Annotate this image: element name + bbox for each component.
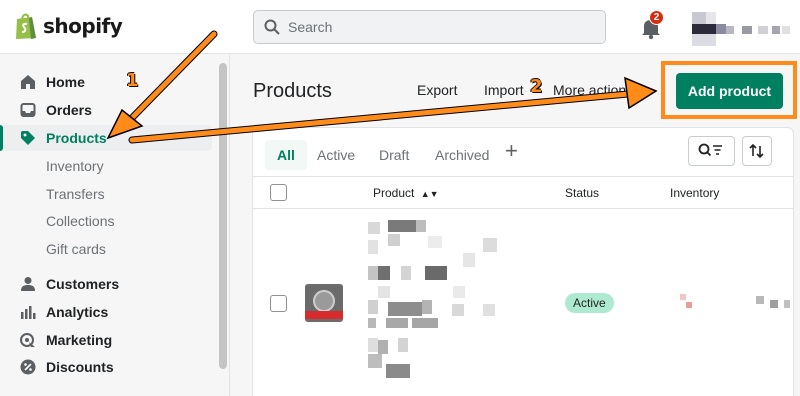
search-icon: [264, 19, 280, 35]
sidebar-item-home[interactable]: Home: [0, 69, 212, 95]
search-input[interactable]: [288, 19, 588, 35]
sidebar-item-orders[interactable]: Orders: [0, 97, 212, 123]
sidebar-item-label: Products: [46, 130, 107, 146]
tab-archived[interactable]: Archived: [423, 140, 501, 170]
search-filter-button[interactable]: [688, 136, 735, 166]
sidebar-item-label: Home: [46, 74, 85, 90]
shopify-logo[interactable]: shopify: [14, 12, 123, 40]
notification-count-badge: 2: [649, 10, 664, 25]
sort-caret-icon: ▲▼: [420, 189, 439, 199]
add-product-button[interactable]: Add product: [676, 73, 783, 109]
sidebar-item-label: Orders: [46, 102, 92, 118]
sidebar-item-marketing[interactable]: Marketing: [0, 327, 212, 353]
step-number-1: 1: [126, 70, 139, 91]
sidebar-item-label: Analytics: [46, 304, 109, 320]
sidebar-subitem-transfers[interactable]: Transfers: [46, 186, 105, 202]
target-icon: [20, 333, 35, 347]
tab-draft[interactable]: Draft: [367, 140, 421, 170]
home-icon: [21, 75, 35, 89]
page-title: Products: [253, 80, 332, 102]
export-button[interactable]: Export: [417, 82, 457, 98]
sidebar-scrollbar[interactable]: [219, 63, 227, 369]
inbox-icon: [20, 103, 36, 117]
bar-chart-icon: [21, 306, 36, 319]
person-icon: [21, 277, 35, 291]
store-menu-avatar[interactable]: [692, 12, 792, 46]
sidebar-item-label: Discounts: [46, 359, 114, 375]
column-header-status: Status: [565, 186, 600, 200]
sidebar-subitem-gift-cards[interactable]: Gift cards: [46, 241, 106, 257]
product-thumbnail[interactable]: [305, 284, 343, 322]
shopify-bag-icon: [14, 12, 38, 40]
tab-active[interactable]: Active: [305, 140, 367, 170]
table-header-row: Product ▲▼ Status Inventory: [253, 176, 793, 209]
sidebar-item-label: Customers: [46, 276, 120, 292]
products-card: All Active Draft Archived + Product ▲▼ S…: [253, 128, 793, 396]
tab-all[interactable]: All: [265, 140, 307, 170]
sidebar-item-analytics[interactable]: Analytics: [0, 299, 212, 325]
sort-arrows-icon: [749, 143, 764, 159]
import-button[interactable]: Import: [484, 82, 524, 98]
discount-icon: [20, 359, 36, 375]
more-actions-button[interactable]: More actions: [553, 82, 633, 98]
search-filter-icon: [698, 143, 722, 157]
search-bar[interactable]: [253, 10, 606, 44]
brand-name: shopify: [43, 14, 123, 38]
sidebar-item-customers[interactable]: Customers: [0, 271, 212, 297]
column-header-product[interactable]: Product ▲▼: [373, 186, 439, 200]
row-checkbox[interactable]: [270, 295, 287, 312]
add-view-plus-icon[interactable]: +: [505, 138, 518, 164]
sort-button[interactable]: [742, 136, 772, 166]
sidebar-subitem-inventory[interactable]: Inventory: [46, 158, 104, 174]
select-all-checkbox[interactable]: [270, 184, 287, 201]
column-header-inventory: Inventory: [670, 186, 720, 200]
step-number-2: 2: [530, 76, 543, 97]
tag-icon: [21, 131, 35, 145]
sidebar-subitem-collections[interactable]: Collections: [46, 213, 114, 229]
sidebar-item-discounts[interactable]: Discounts: [0, 354, 212, 380]
status-badge: Active: [565, 293, 614, 313]
top-bar: shopify 2: [0, 0, 800, 54]
sidebar-item-label: Marketing: [46, 332, 113, 348]
sidebar-item-products[interactable]: Products: [0, 125, 212, 151]
